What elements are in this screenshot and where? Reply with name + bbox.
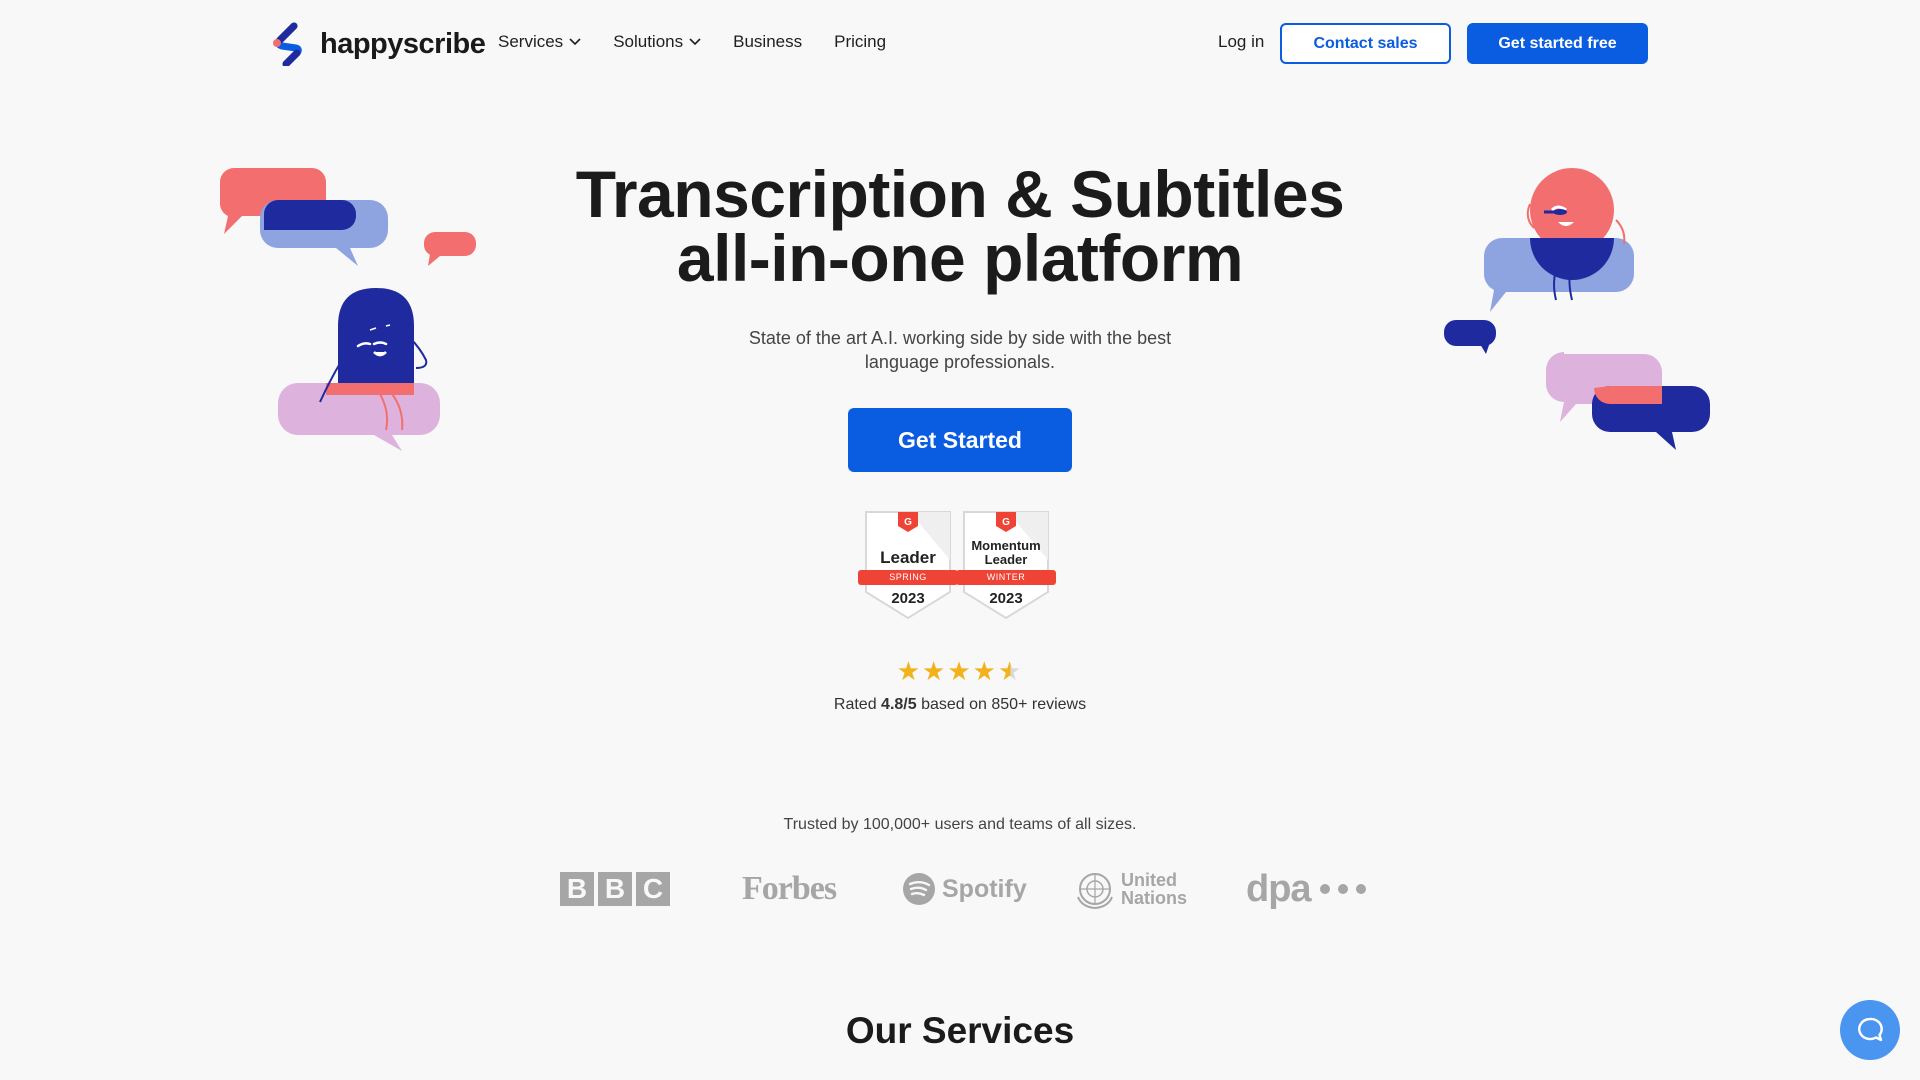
svg-text:G: G bbox=[1002, 517, 1010, 528]
trusted-by-text: Trusted by 100,000+ users and teams of a… bbox=[783, 816, 1137, 833]
nav-item-services[interactable]: Services bbox=[498, 32, 581, 52]
spotify-wordmark: Spotify bbox=[942, 874, 1027, 903]
nav-item-label: Pricing bbox=[834, 32, 887, 51]
login-link[interactable]: Log in bbox=[1218, 32, 1264, 52]
rating-score: 4.8/5 bbox=[881, 696, 917, 713]
chevron-down-icon bbox=[689, 38, 701, 46]
hero-title-line2: all-in-one platform bbox=[676, 221, 1244, 295]
spotify-icon bbox=[903, 873, 935, 905]
svg-text:G: G bbox=[904, 517, 912, 528]
rating-suffix: based on 850+ reviews bbox=[921, 696, 1087, 713]
g2-badges: G Leader SPRING 2023 G Momentum Leader W… bbox=[858, 510, 1056, 620]
star-icon: ★ bbox=[972, 656, 998, 686]
half-star-icon: ★ bbox=[997, 656, 1024, 686]
get-started-button[interactable]: Get Started bbox=[848, 408, 1072, 472]
bbc-logo: B B C bbox=[560, 866, 670, 912]
chat-icon bbox=[1858, 1017, 1883, 1042]
star-rating: ★★★★★ bbox=[0, 656, 1920, 687]
un-wordmark: United Nations bbox=[1121, 870, 1188, 908]
logo-text: happyscribe bbox=[320, 27, 486, 60]
logo[interactable]: happyscribe bbox=[270, 22, 486, 66]
united-nations-logo: United Nations bbox=[1075, 866, 1189, 912]
badge-title: Momentum Leader bbox=[971, 538, 1041, 567]
hero-title: Transcription & Subtitles all-in-one pla… bbox=[0, 157, 1920, 295]
nav-item-label: Services bbox=[498, 32, 564, 51]
nav-item-label: Business bbox=[733, 32, 803, 51]
nav-item-pricing[interactable]: Pricing bbox=[834, 32, 886, 52]
badge-season: WINTER bbox=[956, 570, 1056, 585]
chevron-down-icon bbox=[569, 38, 581, 46]
badge-title: Leader bbox=[880, 548, 936, 567]
g2-badge-momentum-leader[interactable]: G Momentum Leader WINTER 2023 bbox=[956, 510, 1056, 620]
main-menu: Services Solutions Business Pricing bbox=[498, 32, 918, 52]
badge-season: SPRING bbox=[858, 570, 958, 585]
get-started-free-button[interactable]: Get started free bbox=[1467, 23, 1648, 64]
badge-year: 2023 bbox=[891, 590, 925, 607]
happyscribe-logo-icon bbox=[273, 22, 302, 66]
dpa-wordmark: dpa bbox=[1246, 867, 1312, 910]
hero-title-line1: Transcription & Subtitles bbox=[575, 157, 1345, 231]
chat-launcher-button[interactable] bbox=[1840, 1000, 1900, 1060]
top-navigation: happyscribe Services Solutions Business … bbox=[0, 0, 1920, 88]
customer-logos: B B C Forbes Spotify United Nations dpa bbox=[558, 866, 1368, 912]
rating-text: Rated 4.8/5 based on 850+ reviews bbox=[0, 696, 1920, 714]
our-services-heading: Our Services bbox=[845, 1010, 1075, 1051]
bbc-logo-letter: B bbox=[598, 872, 632, 906]
dpa-dots-icon bbox=[1319, 884, 1366, 894]
g2-badge-leader[interactable]: G Leader SPRING 2023 bbox=[858, 510, 958, 620]
nav-item-business[interactable]: Business bbox=[733, 32, 802, 52]
rating-prefix: Rated bbox=[833, 696, 877, 713]
un-emblem-icon bbox=[1077, 873, 1113, 909]
bbc-logo-letter: C bbox=[636, 872, 670, 906]
nav-item-solutions[interactable]: Solutions bbox=[613, 32, 701, 52]
nav-item-label: Solutions bbox=[613, 32, 684, 51]
bbc-logo-letter: B bbox=[560, 872, 594, 906]
contact-sales-button[interactable]: Contact sales bbox=[1280, 23, 1451, 64]
spotify-logo: Spotify bbox=[902, 866, 1027, 912]
hero-subtitle: State of the art A.I. working side by si… bbox=[748, 328, 1172, 372]
star-icon: ★ bbox=[896, 656, 923, 686]
star-icon: ★ bbox=[922, 656, 948, 686]
badge-year: 2023 bbox=[989, 590, 1023, 607]
star-icon: ★ bbox=[947, 656, 973, 686]
dpa-logo: dpa bbox=[1246, 866, 1369, 912]
forbes-logo: Forbes bbox=[742, 870, 837, 907]
